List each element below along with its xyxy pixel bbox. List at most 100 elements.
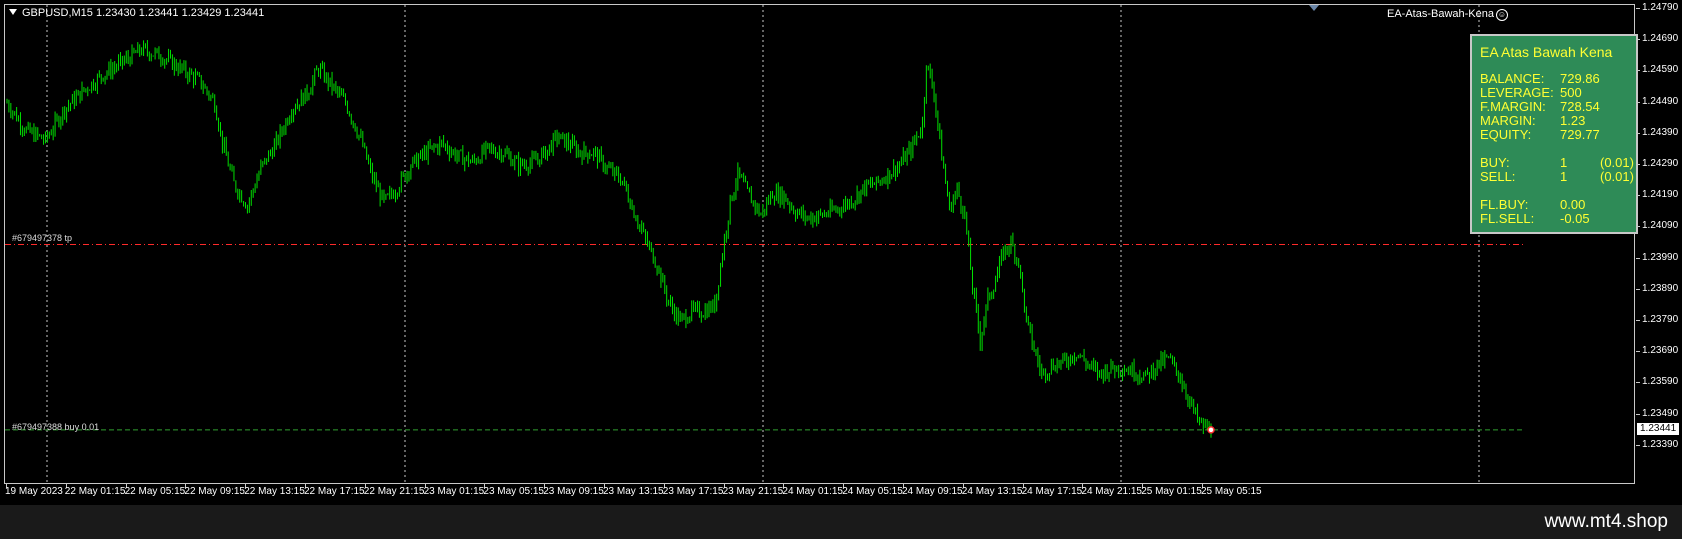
price-tick	[1636, 320, 1640, 321]
chart-menu-triangle-icon[interactable]	[9, 9, 17, 15]
panel-v-text: 0.00	[1560, 197, 1586, 212]
time-label: 23 May 01:15	[423, 486, 485, 497]
price-label: 1.24690	[1642, 33, 1679, 45]
candles	[6, 40, 1212, 438]
price-tick	[1636, 8, 1640, 9]
panel-k-text: EQUITY:	[1480, 127, 1532, 142]
panel-v-text: 1	[1560, 155, 1568, 170]
panel-row: FL.SELL: -0.05	[1480, 212, 1636, 226]
time-label: 23 May 13:15	[603, 486, 664, 497]
tp-order-label: #679497378 tp	[12, 233, 73, 243]
panel-v-text: 728.54	[1560, 99, 1600, 114]
panel-v-text: 500	[1560, 85, 1582, 100]
price-label: 1.24190	[1642, 189, 1679, 201]
price-tick	[1636, 195, 1640, 197]
price-label: 1.24290	[1642, 158, 1679, 169]
panel-k-text: FL.SELL:	[1480, 211, 1535, 226]
price-tick	[1636, 101, 1640, 103]
panel-v-text: 1.23	[1560, 113, 1586, 128]
price-tick	[1636, 70, 1640, 72]
price-tick	[1636, 413, 1640, 415]
time-label: 23 May 05:15	[483, 486, 544, 497]
price-tick	[1636, 288, 1640, 290]
panel-k-text: LEVERAGE:	[1480, 85, 1554, 100]
panel-k-text: F.MARGIN:	[1480, 99, 1546, 114]
panel-k-text: SELL:	[1480, 169, 1516, 184]
price-label: 1.24490	[1642, 95, 1679, 107]
price-tick	[1636, 382, 1640, 384]
time-label: 22 May 17:15	[304, 486, 365, 497]
time-label: 24 May 09:15	[902, 486, 963, 497]
panel-row: SELL: 1 (0.01)	[1480, 170, 1636, 184]
chart-window[interactable]: GBPUSD,M15 1.23430 1.23441 1.23429 1.234…	[4, 4, 1638, 484]
time-label: 22 May 05:15	[124, 486, 186, 497]
panel-row: LEVERAGE: 500	[1480, 86, 1636, 100]
time-label: 23 May 09:15	[543, 486, 604, 497]
price-label: 1.23390	[1642, 438, 1679, 450]
time-label: 24 May 05:15	[842, 486, 903, 497]
price-label: 1.24590	[1642, 64, 1679, 76]
panel-k-text: FL.BUY:	[1480, 197, 1529, 212]
panel-row	[1480, 184, 1636, 198]
footer-bar: www.mt4.shop	[0, 505, 1682, 539]
price-axis[interactable]: 1.24790 1.24690 1.24590 1.24490 1.24390 1.242…	[1636, 2, 1682, 484]
panel-row: BALANCE: 729.86	[1480, 72, 1636, 86]
price-label: 1.24390	[1642, 126, 1679, 138]
time-label: 25 May 05:15	[1201, 486, 1262, 497]
panel-row: F.MARGIN: 728.54	[1480, 100, 1636, 114]
time-axis[interactable]: 19 May 2023 22 May 01:15 22 May 05:15 22 Ma…	[4, 484, 1635, 500]
price-label: 1.24090	[1642, 220, 1679, 232]
price-tick	[1636, 132, 1640, 134]
price-plot[interactable]	[5, 5, 1634, 483]
panel-row: FL.BUY: 0.00	[1480, 198, 1636, 212]
panel-k-text: MARGIN:	[1480, 113, 1536, 128]
price-label: 1.23590	[1642, 376, 1679, 388]
price-tick	[1636, 444, 1640, 446]
price-label: 1.23790	[1642, 314, 1679, 325]
panel-k-text: BALANCE:	[1480, 71, 1545, 86]
current-price-tag: 1.23441	[1637, 422, 1680, 435]
panel-v-text: -0.05	[1560, 211, 1590, 226]
time-label: 24 May 21:15	[1081, 486, 1142, 497]
price-label: 1.23690	[1642, 345, 1679, 357]
panel-row	[1480, 142, 1636, 156]
buy-order-label: #679497388 buy 0.01	[12, 422, 100, 432]
panel-k-text: BUY:	[1480, 155, 1510, 170]
time-label: 19 May 2023	[5, 486, 63, 497]
panel-row: BUY: 1 (0.01)	[1480, 156, 1636, 170]
price-label: 1.24790	[1642, 2, 1679, 13]
price-tick	[1636, 164, 1640, 165]
panel-title: EA Atas Bawah Kena	[1480, 44, 1613, 60]
panel-x-text: (0.01)	[1600, 169, 1634, 184]
panel-row: EQUITY: 729.77	[1480, 128, 1636, 142]
price-tick	[1636, 351, 1640, 353]
chart-shift-marker-icon[interactable]	[1309, 5, 1319, 11]
watermark-text: www.mt4.shop	[1544, 511, 1668, 532]
time-label: 22 May 13:15	[244, 486, 305, 497]
time-label: 25 May 01:15	[1141, 486, 1202, 497]
time-label: 22 May 09:15	[184, 486, 245, 497]
price-tick	[1636, 39, 1640, 41]
time-label: 24 May 01:15	[782, 486, 843, 497]
panel-v-text: 729.77	[1560, 127, 1600, 142]
time-label: 22 May 21:15	[363, 486, 425, 497]
symbol-ohlc-text: GBPUSD,M15 1.23430 1.23441 1.23429 1.234…	[22, 7, 265, 19]
smiley-icon: ☺	[1496, 9, 1508, 21]
panel-v-text: 1	[1560, 169, 1568, 184]
ea-info-panel: EA Atas Bawah Kena BALANCE: 729.86 LEVERAG…	[1470, 34, 1638, 234]
time-label: 23 May 17:15	[662, 486, 724, 497]
expert-advisor-label[interactable]: EA-Atas-Bawah-Kena ☺	[1387, 8, 1508, 21]
last-price-marker	[1207, 426, 1215, 434]
price-label: 1.23890	[1642, 282, 1679, 294]
price-tick	[1636, 226, 1640, 228]
ea-name-text: EA-Atas-Bawah-Kena	[1387, 8, 1494, 20]
time-label: 24 May 13:15	[961, 486, 1023, 497]
symbol-header[interactable]: GBPUSD,M15 1.23430 1.23441 1.23429 1.234…	[9, 7, 264, 19]
time-label: 23 May 21:15	[722, 486, 784, 497]
panel-row: MARGIN: 1.23	[1480, 114, 1636, 128]
price-label: 1.23990	[1642, 251, 1679, 263]
time-label: 24 May 17:15	[1021, 486, 1083, 497]
price-label: 1.23490	[1642, 407, 1679, 419]
price-tick	[1636, 257, 1640, 259]
panel-rows: BALANCE: 729.86 LEVERAGE: 500 F.MARGIN: 728.5…	[1480, 72, 1636, 226]
